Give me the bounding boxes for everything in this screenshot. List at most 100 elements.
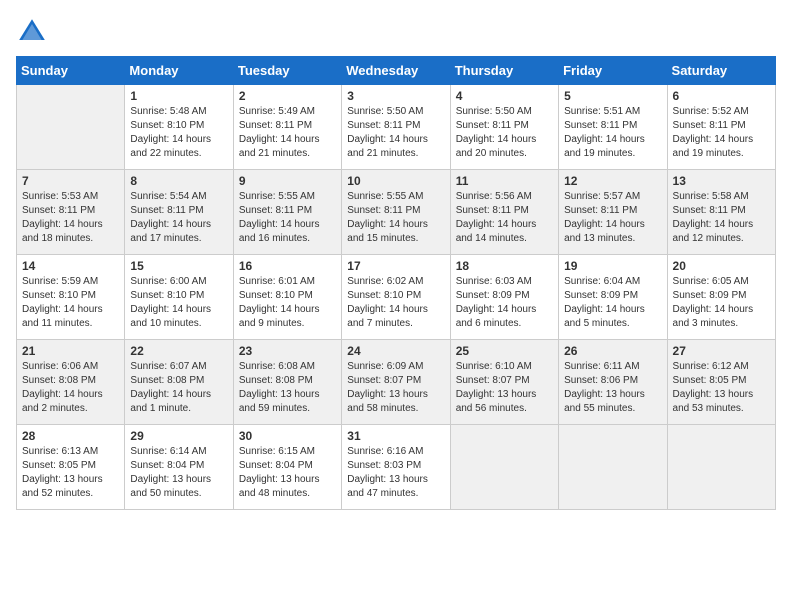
day-info: Sunrise: 5:54 AM Sunset: 8:11 PM Dayligh… (130, 190, 227, 246)
day-number: 7 (22, 174, 119, 188)
calendar-day-cell: 20 Sunrise: 6:05 AM Sunset: 8:09 PM Dayl… (667, 255, 775, 340)
day-info: Sunrise: 6:01 AM Sunset: 8:10 PM Dayligh… (239, 275, 336, 331)
calendar-day-cell: 13 Sunrise: 5:58 AM Sunset: 8:11 PM Dayl… (667, 170, 775, 255)
day-info: Sunrise: 6:11 AM Sunset: 8:06 PM Dayligh… (564, 360, 661, 416)
calendar-day-cell: 18 Sunrise: 6:03 AM Sunset: 8:09 PM Dayl… (450, 255, 558, 340)
calendar-day-cell (667, 425, 775, 510)
weekday-header: Sunday (17, 57, 125, 85)
day-number: 8 (130, 174, 227, 188)
day-number: 29 (130, 429, 227, 443)
calendar-day-cell: 27 Sunrise: 6:12 AM Sunset: 8:05 PM Dayl… (667, 340, 775, 425)
day-info: Sunrise: 6:14 AM Sunset: 8:04 PM Dayligh… (130, 445, 227, 501)
day-number: 3 (347, 89, 444, 103)
day-info: Sunrise: 5:48 AM Sunset: 8:10 PM Dayligh… (130, 105, 227, 161)
day-number: 26 (564, 344, 661, 358)
day-number: 13 (673, 174, 770, 188)
calendar-day-cell: 26 Sunrise: 6:11 AM Sunset: 8:06 PM Dayl… (559, 340, 667, 425)
day-info: Sunrise: 5:53 AM Sunset: 8:11 PM Dayligh… (22, 190, 119, 246)
day-number: 30 (239, 429, 336, 443)
day-info: Sunrise: 5:50 AM Sunset: 8:11 PM Dayligh… (347, 105, 444, 161)
day-info: Sunrise: 6:12 AM Sunset: 8:05 PM Dayligh… (673, 360, 770, 416)
calendar-day-cell: 5 Sunrise: 5:51 AM Sunset: 8:11 PM Dayli… (559, 85, 667, 170)
calendar-week-row: 14 Sunrise: 5:59 AM Sunset: 8:10 PM Dayl… (17, 255, 776, 340)
weekday-header: Thursday (450, 57, 558, 85)
day-info: Sunrise: 6:07 AM Sunset: 8:08 PM Dayligh… (130, 360, 227, 416)
day-number: 10 (347, 174, 444, 188)
day-info: Sunrise: 6:00 AM Sunset: 8:10 PM Dayligh… (130, 275, 227, 331)
day-info: Sunrise: 5:55 AM Sunset: 8:11 PM Dayligh… (347, 190, 444, 246)
calendar-day-cell (450, 425, 558, 510)
calendar-header-row: SundayMondayTuesdayWednesdayThursdayFrid… (17, 57, 776, 85)
calendar-day-cell: 22 Sunrise: 6:07 AM Sunset: 8:08 PM Dayl… (125, 340, 233, 425)
calendar-day-cell (17, 85, 125, 170)
day-number: 18 (456, 259, 553, 273)
day-info: Sunrise: 6:08 AM Sunset: 8:08 PM Dayligh… (239, 360, 336, 416)
day-number: 28 (22, 429, 119, 443)
calendar-day-cell: 8 Sunrise: 5:54 AM Sunset: 8:11 PM Dayli… (125, 170, 233, 255)
day-info: Sunrise: 6:16 AM Sunset: 8:03 PM Dayligh… (347, 445, 444, 501)
day-info: Sunrise: 5:49 AM Sunset: 8:11 PM Dayligh… (239, 105, 336, 161)
calendar-day-cell: 4 Sunrise: 5:50 AM Sunset: 8:11 PM Dayli… (450, 85, 558, 170)
day-info: Sunrise: 6:04 AM Sunset: 8:09 PM Dayligh… (564, 275, 661, 331)
day-number: 23 (239, 344, 336, 358)
logo (16, 16, 52, 48)
day-number: 6 (673, 89, 770, 103)
calendar-day-cell: 28 Sunrise: 6:13 AM Sunset: 8:05 PM Dayl… (17, 425, 125, 510)
day-info: Sunrise: 6:03 AM Sunset: 8:09 PM Dayligh… (456, 275, 553, 331)
calendar-day-cell (559, 425, 667, 510)
day-number: 11 (456, 174, 553, 188)
page-header (16, 16, 776, 48)
calendar-day-cell: 3 Sunrise: 5:50 AM Sunset: 8:11 PM Dayli… (342, 85, 450, 170)
day-info: Sunrise: 5:51 AM Sunset: 8:11 PM Dayligh… (564, 105, 661, 161)
weekday-header: Friday (559, 57, 667, 85)
weekday-header: Wednesday (342, 57, 450, 85)
day-number: 1 (130, 89, 227, 103)
day-info: Sunrise: 5:57 AM Sunset: 8:11 PM Dayligh… (564, 190, 661, 246)
calendar-day-cell: 14 Sunrise: 5:59 AM Sunset: 8:10 PM Dayl… (17, 255, 125, 340)
weekday-header: Tuesday (233, 57, 341, 85)
day-info: Sunrise: 6:02 AM Sunset: 8:10 PM Dayligh… (347, 275, 444, 331)
calendar-day-cell: 31 Sunrise: 6:16 AM Sunset: 8:03 PM Dayl… (342, 425, 450, 510)
calendar-day-cell: 30 Sunrise: 6:15 AM Sunset: 8:04 PM Dayl… (233, 425, 341, 510)
general-blue-logo-icon (16, 16, 48, 48)
day-info: Sunrise: 6:15 AM Sunset: 8:04 PM Dayligh… (239, 445, 336, 501)
weekday-header: Monday (125, 57, 233, 85)
day-number: 20 (673, 259, 770, 273)
day-number: 31 (347, 429, 444, 443)
weekday-header: Saturday (667, 57, 775, 85)
calendar-day-cell: 1 Sunrise: 5:48 AM Sunset: 8:10 PM Dayli… (125, 85, 233, 170)
day-number: 14 (22, 259, 119, 273)
day-number: 24 (347, 344, 444, 358)
day-info: Sunrise: 5:50 AM Sunset: 8:11 PM Dayligh… (456, 105, 553, 161)
day-info: Sunrise: 6:06 AM Sunset: 8:08 PM Dayligh… (22, 360, 119, 416)
day-info: Sunrise: 5:52 AM Sunset: 8:11 PM Dayligh… (673, 105, 770, 161)
calendar-day-cell: 23 Sunrise: 6:08 AM Sunset: 8:08 PM Dayl… (233, 340, 341, 425)
calendar-day-cell: 7 Sunrise: 5:53 AM Sunset: 8:11 PM Dayli… (17, 170, 125, 255)
day-info: Sunrise: 5:55 AM Sunset: 8:11 PM Dayligh… (239, 190, 336, 246)
day-number: 2 (239, 89, 336, 103)
calendar-day-cell: 9 Sunrise: 5:55 AM Sunset: 8:11 PM Dayli… (233, 170, 341, 255)
calendar-day-cell: 2 Sunrise: 5:49 AM Sunset: 8:11 PM Dayli… (233, 85, 341, 170)
day-info: Sunrise: 6:09 AM Sunset: 8:07 PM Dayligh… (347, 360, 444, 416)
calendar-day-cell: 12 Sunrise: 5:57 AM Sunset: 8:11 PM Dayl… (559, 170, 667, 255)
calendar-week-row: 21 Sunrise: 6:06 AM Sunset: 8:08 PM Dayl… (17, 340, 776, 425)
day-number: 19 (564, 259, 661, 273)
calendar-day-cell: 29 Sunrise: 6:14 AM Sunset: 8:04 PM Dayl… (125, 425, 233, 510)
day-number: 5 (564, 89, 661, 103)
calendar-day-cell: 11 Sunrise: 5:56 AM Sunset: 8:11 PM Dayl… (450, 170, 558, 255)
day-number: 16 (239, 259, 336, 273)
day-number: 27 (673, 344, 770, 358)
day-number: 4 (456, 89, 553, 103)
calendar-day-cell: 10 Sunrise: 5:55 AM Sunset: 8:11 PM Dayl… (342, 170, 450, 255)
calendar-day-cell: 25 Sunrise: 6:10 AM Sunset: 8:07 PM Dayl… (450, 340, 558, 425)
day-number: 12 (564, 174, 661, 188)
day-info: Sunrise: 5:59 AM Sunset: 8:10 PM Dayligh… (22, 275, 119, 331)
calendar-day-cell: 19 Sunrise: 6:04 AM Sunset: 8:09 PM Dayl… (559, 255, 667, 340)
calendar-week-row: 28 Sunrise: 6:13 AM Sunset: 8:05 PM Dayl… (17, 425, 776, 510)
calendar-day-cell: 6 Sunrise: 5:52 AM Sunset: 8:11 PM Dayli… (667, 85, 775, 170)
day-number: 25 (456, 344, 553, 358)
calendar-day-cell: 17 Sunrise: 6:02 AM Sunset: 8:10 PM Dayl… (342, 255, 450, 340)
day-number: 15 (130, 259, 227, 273)
calendar-week-row: 1 Sunrise: 5:48 AM Sunset: 8:10 PM Dayli… (17, 85, 776, 170)
calendar-day-cell: 15 Sunrise: 6:00 AM Sunset: 8:10 PM Dayl… (125, 255, 233, 340)
